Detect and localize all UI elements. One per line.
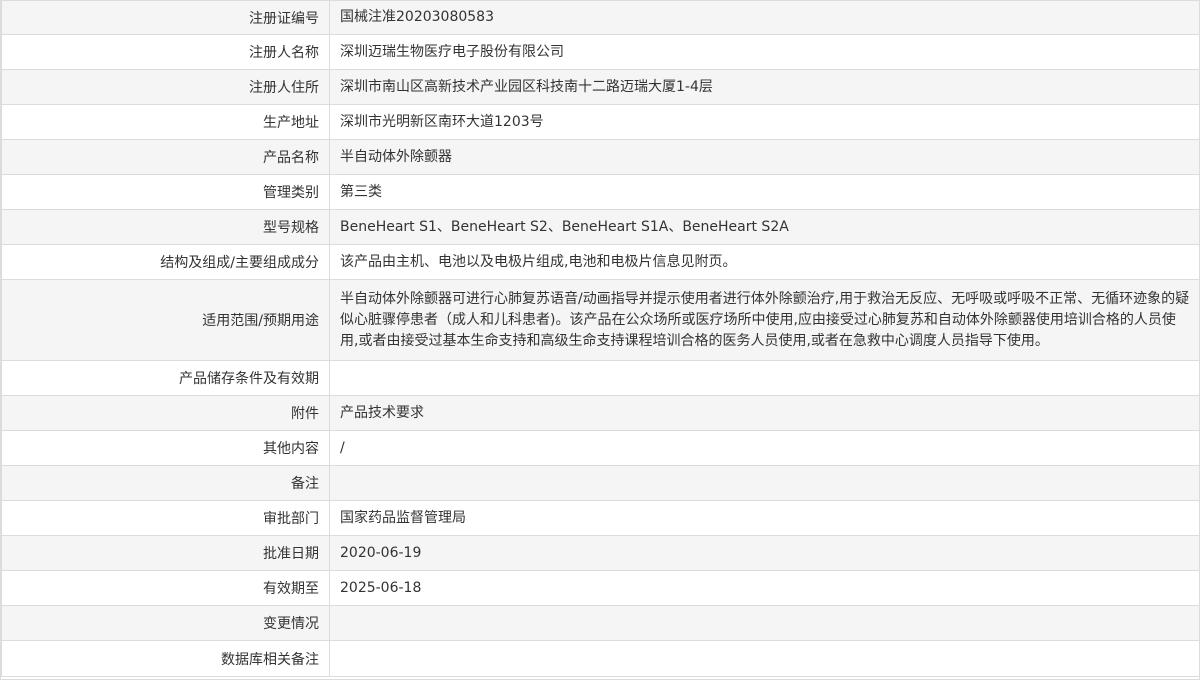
row-remarks: 备注 (1, 465, 1200, 501)
row-storage-conditions: 产品储存条件及有效期 (1, 360, 1200, 396)
field-value: 深圳市南山区高新技术产业园区科技南十二路迈瑞大厦1-4层 (329, 69, 1200, 105)
field-value: 国械注准20203080583 (329, 0, 1200, 35)
field-label: 管理类别 (1, 174, 330, 210)
row-database-remarks: 数据库相关备注 (1, 640, 1200, 677)
field-label: 生产地址 (1, 104, 330, 140)
row-valid-until: 有效期至 2025-06-18 (1, 570, 1200, 606)
field-label: 注册人名称 (1, 34, 330, 70)
field-value: 2025-06-18 (329, 570, 1200, 606)
field-label: 变更情况 (1, 605, 330, 641)
field-value (329, 605, 1200, 641)
row-approval-department: 审批部门 国家药品监督管理局 (1, 500, 1200, 536)
row-intended-use: 适用范围/预期用途 半自动体外除颤器可进行心肺复苏语音/动画指导并提示使用者进行… (1, 279, 1200, 361)
field-label: 注册证编号 (1, 0, 330, 35)
field-value (329, 640, 1200, 677)
field-value: 2020-06-19 (329, 535, 1200, 571)
row-other-content: 其他内容 / (1, 430, 1200, 466)
field-label: 有效期至 (1, 570, 330, 606)
row-production-address: 生产地址 深圳市光明新区南环大道1203号 (1, 104, 1200, 140)
row-structure-composition: 结构及组成/主要组成成分 该产品由主机、电池以及电极片组成,电池和电极片信息见附… (1, 244, 1200, 280)
field-label: 数据库相关备注 (1, 640, 330, 677)
field-value (329, 465, 1200, 501)
row-registrant-name: 注册人名称 深圳迈瑞生物医疗电子股份有限公司 (1, 34, 1200, 70)
field-value: 半自动体外除颤器 (329, 139, 1200, 175)
field-label: 产品储存条件及有效期 (1, 360, 330, 396)
field-value: 该产品由主机、电池以及电极片组成,电池和电极片信息见附页。 (329, 244, 1200, 280)
field-label: 审批部门 (1, 500, 330, 536)
field-value: BeneHeart S1、BeneHeart S2、BeneHeart S1A、… (329, 209, 1200, 245)
field-value: 深圳市光明新区南环大道1203号 (329, 104, 1200, 140)
field-label: 产品名称 (1, 139, 330, 175)
field-value: 第三类 (329, 174, 1200, 210)
field-value: 产品技术要求 (329, 395, 1200, 431)
row-product-name: 产品名称 半自动体外除颤器 (1, 139, 1200, 175)
row-registrant-address: 注册人住所 深圳市南山区高新技术产业园区科技南十二路迈瑞大厦1-4层 (1, 69, 1200, 105)
row-change-history: 变更情况 (1, 605, 1200, 641)
row-management-category: 管理类别 第三类 (1, 174, 1200, 210)
field-value: 深圳迈瑞生物医疗电子股份有限公司 (329, 34, 1200, 70)
row-model-spec: 型号规格 BeneHeart S1、BeneHeart S2、BeneHeart… (1, 209, 1200, 245)
field-label: 结构及组成/主要组成成分 (1, 244, 330, 280)
row-approval-date: 批准日期 2020-06-19 (1, 535, 1200, 571)
registration-detail-panel: 注册证编号 国械注准20203080583 注册人名称 深圳迈瑞生物医疗电子股份… (0, 0, 1200, 680)
field-value: / (329, 430, 1200, 466)
field-label: 其他内容 (1, 430, 330, 466)
field-label: 批准日期 (1, 535, 330, 571)
field-label: 附件 (1, 395, 330, 431)
registration-table: 注册证编号 国械注准20203080583 注册人名称 深圳迈瑞生物医疗电子股份… (1, 0, 1200, 677)
field-label: 注册人住所 (1, 69, 330, 105)
row-attachment: 附件 产品技术要求 (1, 395, 1200, 431)
field-value: 国家药品监督管理局 (329, 500, 1200, 536)
field-label: 适用范围/预期用途 (1, 279, 330, 361)
field-value (329, 360, 1200, 396)
field-label: 型号规格 (1, 209, 330, 245)
field-value: 半自动体外除颤器可进行心肺复苏语音/动画指导并提示使用者进行体外除颤治疗,用于救… (329, 279, 1200, 361)
row-registration-number: 注册证编号 国械注准20203080583 (1, 0, 1200, 35)
field-label: 备注 (1, 465, 330, 501)
